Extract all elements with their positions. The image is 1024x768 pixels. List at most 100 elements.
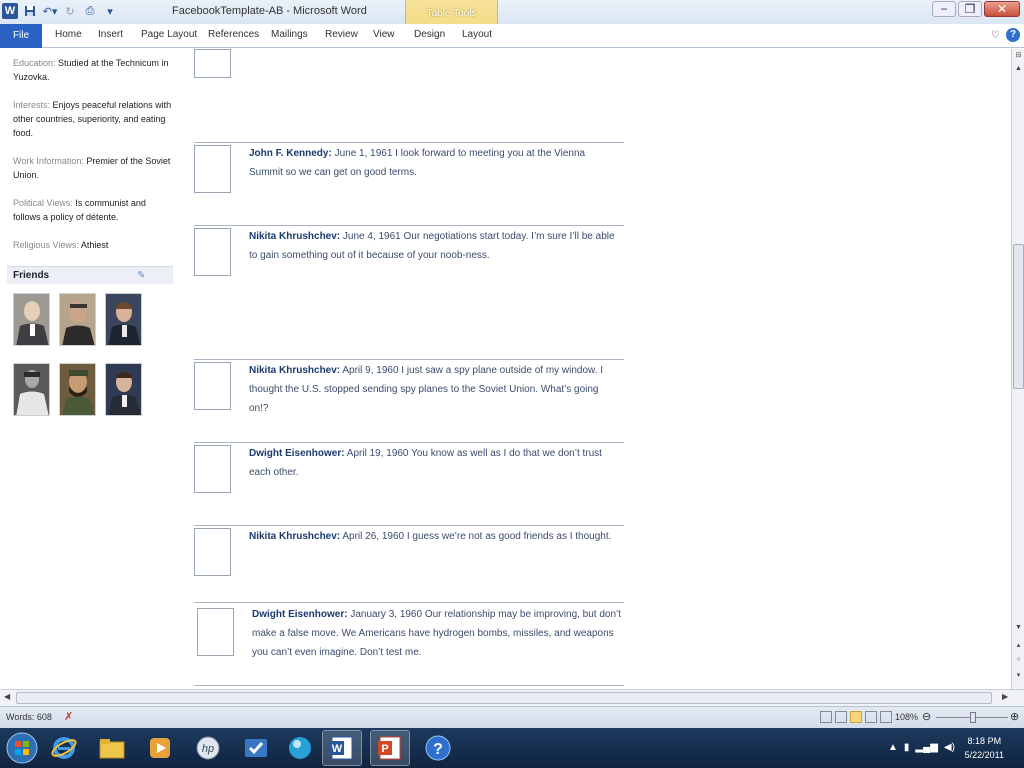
post-divider xyxy=(194,602,624,603)
friend-photo-2 xyxy=(59,293,96,346)
edit-pencil-icon[interactable]: ✎ xyxy=(137,271,147,281)
tab-file[interactable]: File xyxy=(0,24,42,48)
post-author: Dwight Eisenhower: xyxy=(249,448,345,459)
select-browse-object-icon[interactable]: ○ xyxy=(1013,656,1024,668)
system-clock[interactable]: 8:18 PM 5/22/2011 xyxy=(965,734,1004,762)
window-controls: − ❐ ✕ xyxy=(932,1,1020,17)
hp-icon[interactable]: hp xyxy=(188,730,228,766)
horizontal-scroll-thumb[interactable] xyxy=(16,692,992,704)
scroll-up-icon[interactable]: ▲ xyxy=(1013,65,1024,77)
full-screen-reading-icon[interactable] xyxy=(835,711,847,723)
friend-photo-5 xyxy=(59,363,96,416)
ribbon-right-controls: ♡ ? xyxy=(991,28,1020,42)
word-taskbar-icon[interactable]: W xyxy=(322,730,362,766)
friend-photo-4 xyxy=(13,363,50,416)
system-tray: ▲ ▮ ▂▄▆ ◀) xyxy=(888,742,955,753)
post-avatar-box xyxy=(194,362,231,410)
scroll-left-icon[interactable]: ◀ xyxy=(4,692,10,701)
post-text: Nikita Khrushchev: April 26, 1960 I gues… xyxy=(249,527,619,546)
undo-icon[interactable]: ↶▾ xyxy=(42,3,58,19)
vertical-scroll-thumb[interactable] xyxy=(1013,244,1024,389)
post-avatar-box xyxy=(194,528,231,576)
word-count[interactable]: Words: 608 xyxy=(6,712,52,722)
ruler-toggle-icon[interactable]: ⊟ xyxy=(1013,51,1024,63)
post-avatar-box xyxy=(194,145,231,193)
show-hidden-icons-icon[interactable]: ▲ xyxy=(888,742,898,753)
svg-text:W: W xyxy=(332,743,343,755)
print-preview-icon[interactable]: ⎙ xyxy=(82,3,98,19)
restore-button[interactable]: ❐ xyxy=(958,1,982,17)
post-divider xyxy=(194,359,624,360)
religious-field: Religious Views: Athiest xyxy=(13,238,173,252)
help-taskbar-icon[interactable]: ? xyxy=(418,730,458,766)
tab-view[interactable]: View xyxy=(373,29,395,40)
zoom-level[interactable]: 108% xyxy=(895,712,918,722)
next-page-icon[interactable]: ▾ xyxy=(1013,671,1024,683)
previous-page-icon[interactable]: ▴ xyxy=(1013,641,1024,653)
word-app-icon[interactable]: W xyxy=(2,3,18,19)
save-icon[interactable] xyxy=(22,3,38,19)
tab-layout[interactable]: Layout xyxy=(462,29,492,40)
close-button[interactable]: ✕ xyxy=(984,1,1020,17)
post-divider xyxy=(194,525,624,526)
post-divider xyxy=(194,142,624,143)
status-bar: Words: 608 ✗ 108% ⊖ ⊕ xyxy=(0,706,1024,728)
education-label: Education: xyxy=(13,58,56,68)
post-avatar-box xyxy=(197,608,234,656)
zoom-slider-thumb[interactable] xyxy=(969,712,976,723)
scroll-down-icon[interactable]: ▼ xyxy=(1013,624,1024,636)
checkmark-app-icon[interactable] xyxy=(236,730,276,766)
title-bar: W ↶▾ ↻ ⎙ ▾ FacebookTemplate-AB - Microso… xyxy=(0,0,1024,24)
start-button[interactable] xyxy=(2,730,42,766)
internet-explorer-icon[interactable] xyxy=(44,730,84,766)
post-divider xyxy=(194,442,624,443)
zoom-in-icon[interactable]: ⊕ xyxy=(1010,710,1019,723)
friends-title: Friends xyxy=(13,270,50,281)
view-buttons xyxy=(820,711,892,723)
file-explorer-icon[interactable] xyxy=(92,730,132,766)
web-layout-icon[interactable] xyxy=(850,711,862,723)
vertical-scrollbar[interactable]: ⊟ ▲ ▼ ▴ ○ ▾ xyxy=(1011,49,1024,689)
power-icon[interactable]: ▮ xyxy=(904,742,910,753)
print-layout-icon[interactable] xyxy=(820,711,832,723)
post-text: Dwight Eisenhower: April 19, 1960 You kn… xyxy=(249,444,619,482)
tab-review[interactable]: Review xyxy=(325,29,358,40)
zoom-out-icon[interactable]: ⊖ xyxy=(922,710,931,723)
svg-text:?: ? xyxy=(433,741,443,758)
minimize-ribbon-icon[interactable]: ♡ xyxy=(991,30,1000,41)
proofing-error-icon[interactable]: ✗ xyxy=(64,710,73,723)
horizontal-scrollbar[interactable]: ◀ ▶ xyxy=(0,689,1024,706)
tab-design[interactable]: Design xyxy=(414,29,445,40)
friend-photo-6 xyxy=(105,363,142,416)
tab-mailings[interactable]: Mailings xyxy=(271,29,308,40)
friends-header: Friends ✎ xyxy=(7,266,173,284)
network-icon[interactable]: ▂▄▆ xyxy=(915,742,937,753)
window-title: FacebookTemplate-AB - Microsoft Word xyxy=(172,5,367,17)
political-label: Political Views: xyxy=(13,198,73,208)
draft-icon[interactable] xyxy=(880,711,892,723)
redo-icon[interactable]: ↻ xyxy=(62,3,78,19)
post-divider xyxy=(194,685,624,686)
tab-references[interactable]: References xyxy=(208,29,259,40)
education-field: Education: Studied at the Technicum in Y… xyxy=(13,56,173,84)
religious-label: Religious Views: xyxy=(13,240,79,250)
scroll-right-icon[interactable]: ▶ xyxy=(1002,692,1008,701)
orb-app-icon[interactable] xyxy=(280,730,320,766)
post-body: April 26, 1960 I guess we’re not as good… xyxy=(340,531,612,542)
svg-text:hp: hp xyxy=(202,743,214,755)
tab-insert[interactable]: Insert xyxy=(98,29,123,40)
friend-photo-3 xyxy=(105,293,142,346)
volume-icon[interactable]: ◀) xyxy=(944,742,955,753)
powerpoint-taskbar-icon[interactable]: P xyxy=(370,730,410,766)
tab-home[interactable]: Home xyxy=(55,29,82,40)
post-text: John F. Kennedy: June 1, 1961 I look for… xyxy=(249,144,619,182)
media-player-icon[interactable] xyxy=(140,730,180,766)
minimize-button[interactable]: − xyxy=(932,1,956,17)
clock-time: 8:18 PM xyxy=(967,736,1002,746)
tab-page-layout[interactable]: Page Layout xyxy=(141,29,197,40)
customize-toolbar-icon[interactable]: ▾ xyxy=(102,3,118,19)
help-icon[interactable]: ? xyxy=(1006,28,1020,42)
post-author: John F. Kennedy: xyxy=(249,148,332,159)
outline-icon[interactable] xyxy=(865,711,877,723)
document-canvas[interactable]: Education: Studied at the Technicum in Y… xyxy=(0,49,1011,689)
